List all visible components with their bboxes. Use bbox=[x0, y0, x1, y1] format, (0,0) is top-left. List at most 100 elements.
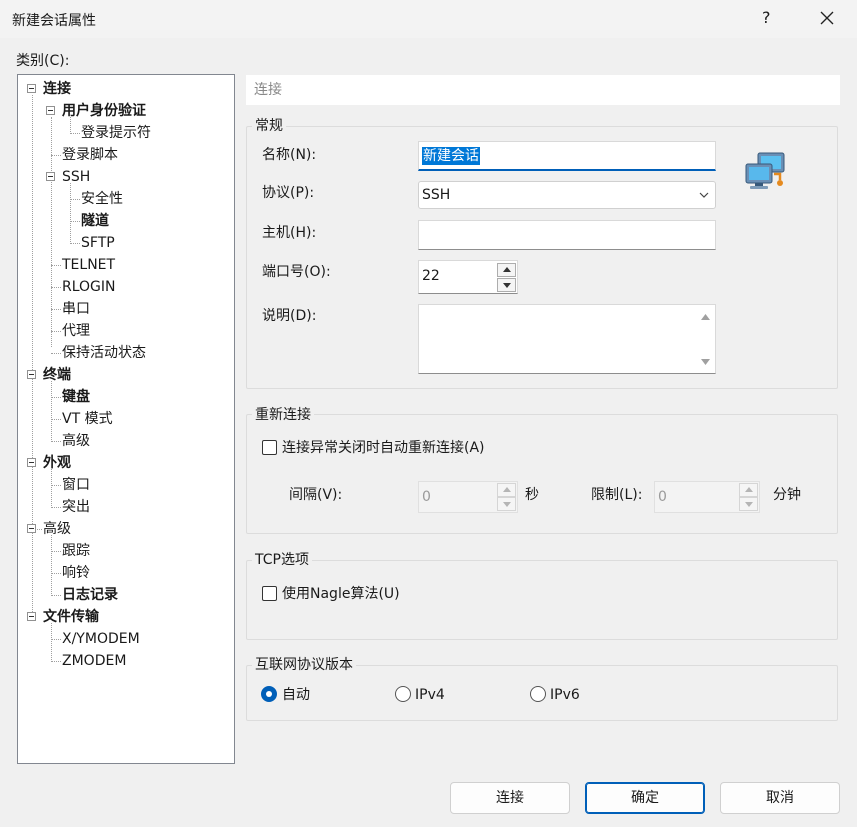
tree-line bbox=[51, 573, 61, 574]
general-group-title: 常规 bbox=[252, 117, 286, 135]
tree-line bbox=[51, 595, 61, 596]
spin-down-button[interactable] bbox=[497, 278, 516, 292]
tree-line bbox=[51, 441, 61, 442]
tree-line bbox=[70, 221, 80, 222]
tree-item-logging[interactable]: 日志记录 bbox=[62, 584, 118, 606]
ipv6-label[interactable]: IPv6 bbox=[550, 686, 580, 704]
collapse-icon[interactable] bbox=[27, 370, 36, 379]
tree-item-bell[interactable]: 响铃 bbox=[62, 562, 90, 584]
ip-version-group-title: 互联网协议版本 bbox=[252, 656, 356, 674]
port-label: 端口号(O): bbox=[262, 264, 331, 280]
description-label: 说明(D): bbox=[262, 308, 317, 324]
tree-item-trace[interactable]: 跟踪 bbox=[62, 540, 90, 562]
protocol-select[interactable]: SSH bbox=[418, 181, 716, 209]
limit-unit: 分钟 bbox=[773, 487, 801, 503]
auto-reconnect-checkbox[interactable] bbox=[262, 440, 277, 455]
tree-item-sftp[interactable]: SFTP bbox=[81, 232, 115, 254]
tree-item-highlight[interactable]: 突出 bbox=[62, 496, 90, 518]
tree-line bbox=[51, 485, 61, 486]
arrow-down-icon bbox=[503, 283, 511, 288]
tree-item-vt-mode[interactable]: VT 模式 bbox=[62, 408, 113, 430]
tree-item-keepalive[interactable]: 保持活动状态 bbox=[62, 342, 146, 364]
spin-up-button[interactable] bbox=[497, 263, 516, 277]
tree-line bbox=[70, 183, 71, 244]
tree-item-appearance[interactable]: 外观 bbox=[43, 452, 71, 474]
spin-up-button[interactable] bbox=[497, 483, 516, 497]
name-label: 名称(N): bbox=[262, 147, 317, 163]
tree-item-proxy[interactable]: 代理 bbox=[62, 320, 90, 342]
ipv6-radio[interactable] bbox=[530, 686, 546, 702]
tree-line bbox=[70, 199, 80, 200]
description-input[interactable] bbox=[418, 304, 716, 374]
tree-item-login-script[interactable]: 登录脚本 bbox=[62, 144, 118, 166]
port-spinner[interactable]: 22 bbox=[418, 260, 518, 294]
tree-line bbox=[51, 535, 52, 596]
page-title: 连接 bbox=[246, 75, 840, 105]
reconnect-group bbox=[246, 414, 838, 534]
tree-item-connection[interactable]: 连接 bbox=[43, 78, 71, 100]
tree-line bbox=[51, 397, 61, 398]
category-tree[interactable]: 连接 用户身份验证 登录提示符 登录脚本 SSH 安全性 隧道 SFTP TEL… bbox=[17, 74, 235, 764]
tree-line bbox=[51, 639, 61, 640]
ip-auto-label[interactable]: 自动 bbox=[282, 686, 310, 704]
tree-item-advanced[interactable]: 高级 bbox=[43, 518, 71, 540]
tree-item-user-auth[interactable]: 用户身份验证 bbox=[62, 100, 146, 122]
interval-label: 间隔(V): bbox=[289, 487, 343, 503]
session-name-input[interactable]: 新建会话 bbox=[418, 141, 716, 171]
tree-line bbox=[51, 287, 61, 288]
interval-spinner[interactable]: 0 bbox=[418, 481, 518, 513]
host-label: 主机(H): bbox=[262, 225, 317, 241]
collapse-icon[interactable] bbox=[46, 172, 55, 181]
reconnect-group-title: 重新连接 bbox=[252, 406, 314, 424]
spin-up-button[interactable] bbox=[739, 483, 758, 497]
arrow-up-icon bbox=[745, 487, 753, 492]
tree-item-ssh[interactable]: SSH bbox=[62, 166, 90, 188]
tree-line bbox=[51, 419, 61, 420]
tree-item-file-transfer[interactable]: 文件传输 bbox=[43, 606, 99, 628]
help-button[interactable]: ? bbox=[762, 8, 771, 27]
scrollbar[interactable] bbox=[697, 306, 714, 372]
auto-reconnect-label[interactable]: 连接异常关闭时自动重新连接(A) bbox=[282, 439, 485, 457]
collapse-icon[interactable] bbox=[27, 458, 36, 467]
limit-spinner[interactable]: 0 bbox=[654, 481, 760, 513]
tree-item-tunnel[interactable]: 隧道 bbox=[81, 210, 109, 232]
tree-item-terminal-advanced[interactable]: 高级 bbox=[62, 430, 90, 452]
tree-item-window[interactable]: 窗口 bbox=[62, 474, 90, 496]
tree-line bbox=[51, 381, 52, 442]
arrow-up-icon bbox=[503, 487, 511, 492]
tree-line bbox=[70, 133, 80, 134]
tree-line bbox=[32, 95, 33, 620]
close-icon[interactable] bbox=[816, 4, 840, 32]
spin-down-button[interactable] bbox=[739, 497, 758, 511]
spin-down-button[interactable] bbox=[497, 497, 516, 511]
tree-item-telnet[interactable]: TELNET bbox=[62, 254, 115, 276]
tree-line bbox=[51, 507, 61, 508]
tree-item-keyboard[interactable]: 键盘 bbox=[62, 386, 90, 408]
collapse-icon[interactable] bbox=[27, 84, 36, 93]
collapse-icon[interactable] bbox=[46, 106, 55, 115]
nagle-label[interactable]: 使用Nagle算法(U) bbox=[282, 585, 400, 603]
connect-button[interactable]: 连接 bbox=[450, 782, 570, 814]
arrow-down-icon bbox=[503, 502, 511, 507]
nagle-checkbox[interactable] bbox=[262, 586, 277, 601]
tree-item-xymodem[interactable]: X/YMODEM bbox=[62, 628, 140, 650]
ok-button[interactable]: 确定 bbox=[585, 782, 705, 814]
protocol-label: 协议(P): bbox=[262, 185, 315, 201]
ip-auto-radio[interactable] bbox=[261, 686, 277, 702]
host-input[interactable] bbox=[418, 220, 716, 250]
ipv4-label[interactable]: IPv4 bbox=[415, 686, 445, 704]
tree-item-security[interactable]: 安全性 bbox=[81, 188, 123, 210]
tree-item-rlogin[interactable]: RLOGIN bbox=[62, 276, 116, 298]
cancel-button[interactable]: 取消 bbox=[720, 782, 840, 814]
collapse-icon[interactable] bbox=[27, 612, 36, 621]
window-title: 新建会话属性 bbox=[12, 13, 96, 29]
tree-item-zmodem[interactable]: ZMODEM bbox=[62, 650, 126, 672]
tree-item-login-prompt[interactable]: 登录提示符 bbox=[81, 122, 151, 144]
limit-label: 限制(L): bbox=[591, 487, 643, 503]
tree-item-serial[interactable]: 串口 bbox=[62, 298, 90, 320]
ipv4-radio[interactable] bbox=[395, 686, 411, 702]
collapse-icon[interactable] bbox=[27, 524, 36, 533]
tcp-group-title: TCP选项 bbox=[252, 551, 312, 569]
tree-line bbox=[70, 243, 80, 244]
tree-item-terminal[interactable]: 终端 bbox=[43, 364, 71, 386]
